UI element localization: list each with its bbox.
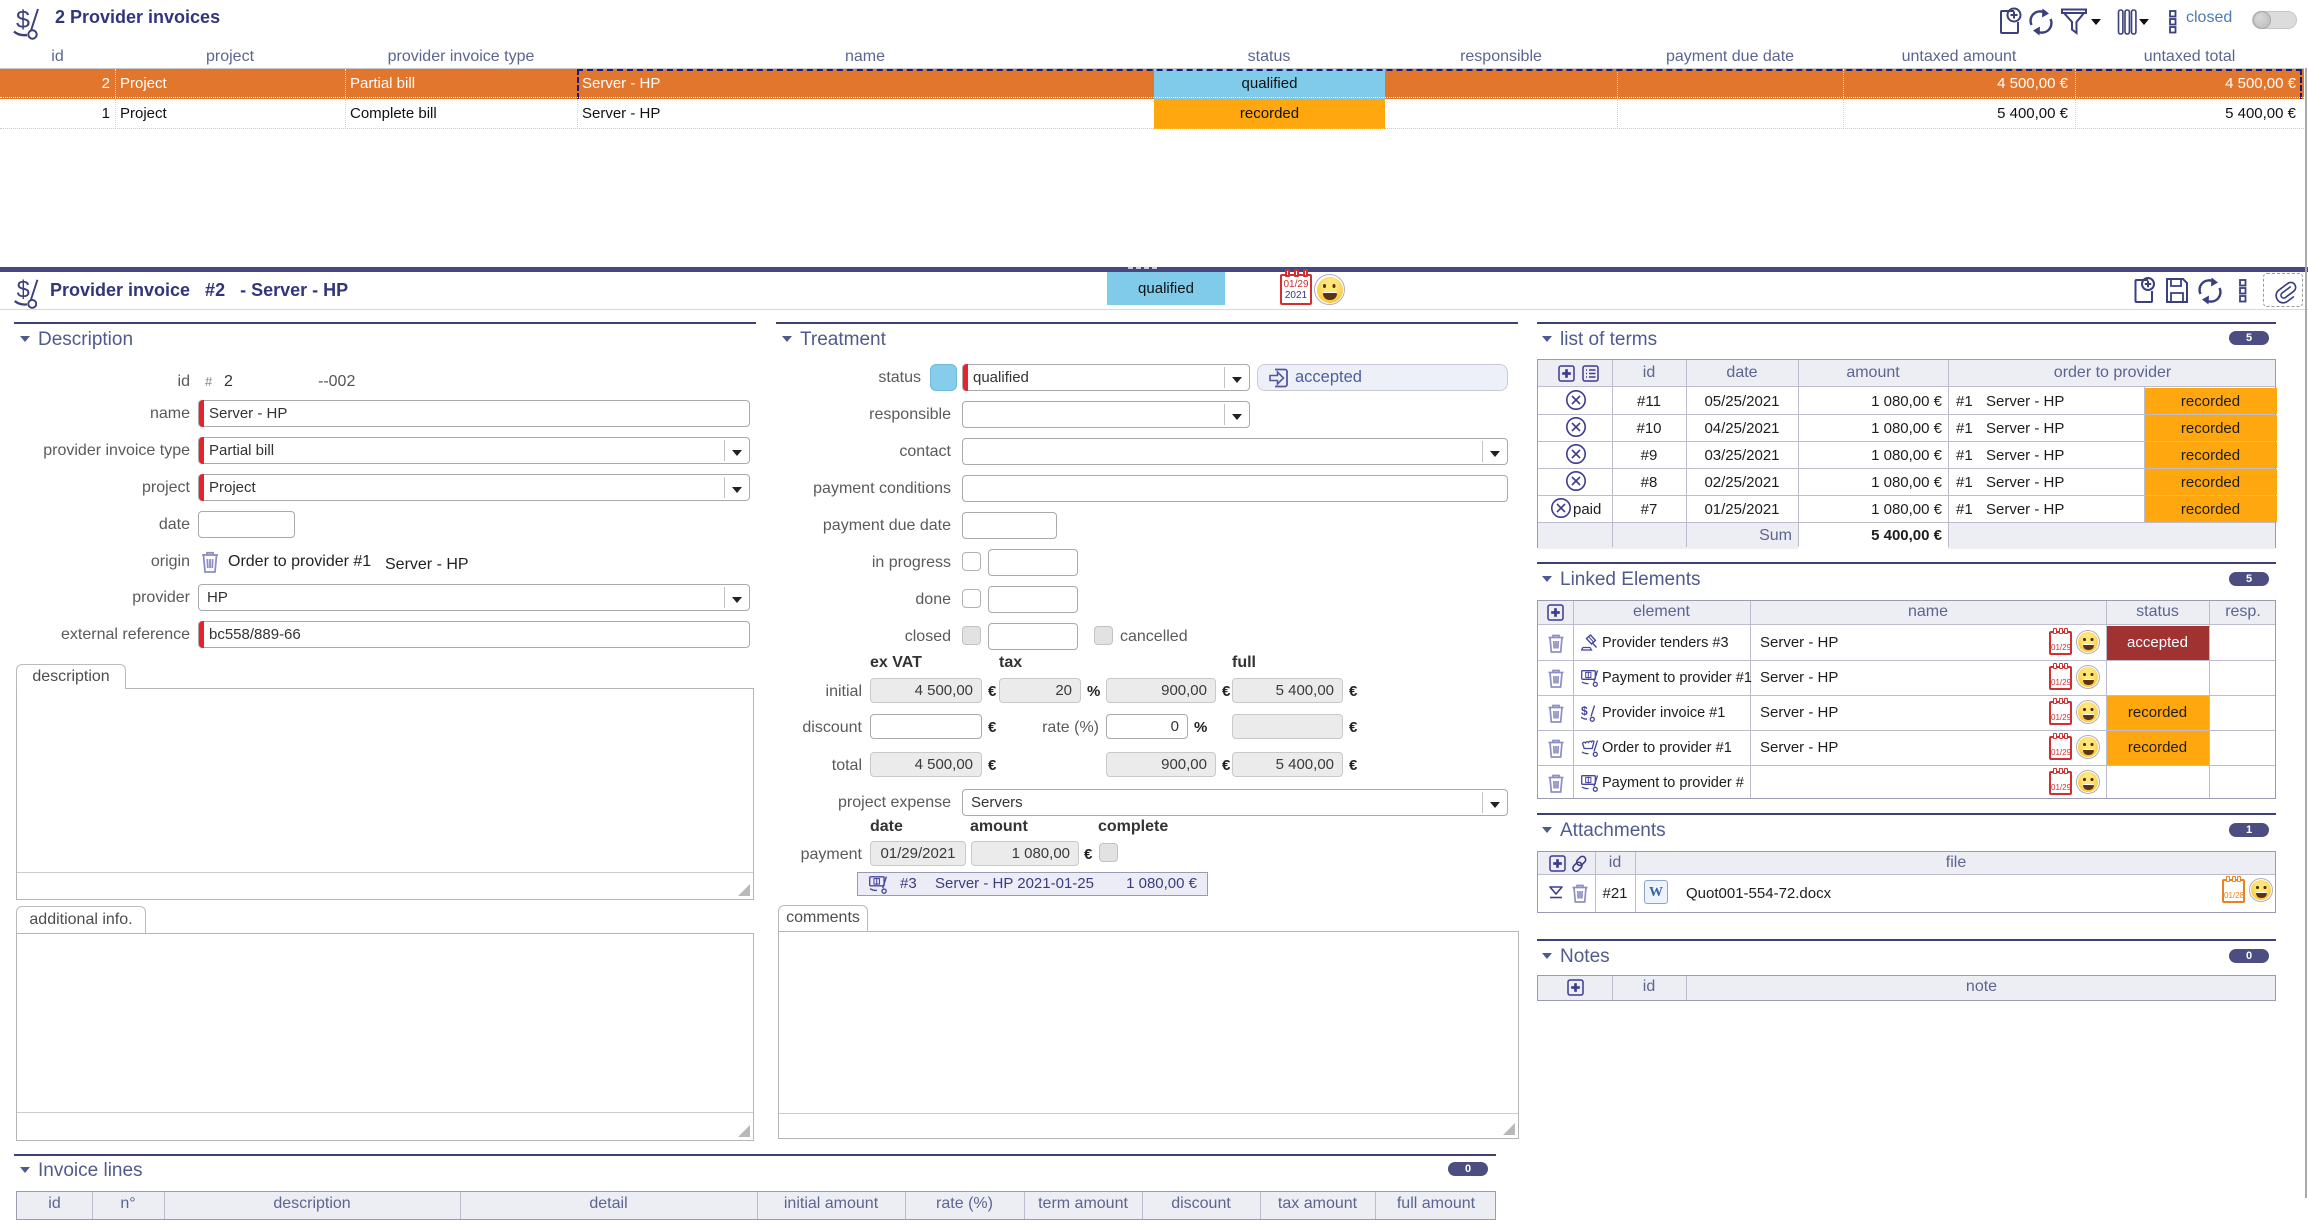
svg-text:$: $ xyxy=(16,6,30,34)
svg-text:$: $ xyxy=(17,278,30,304)
